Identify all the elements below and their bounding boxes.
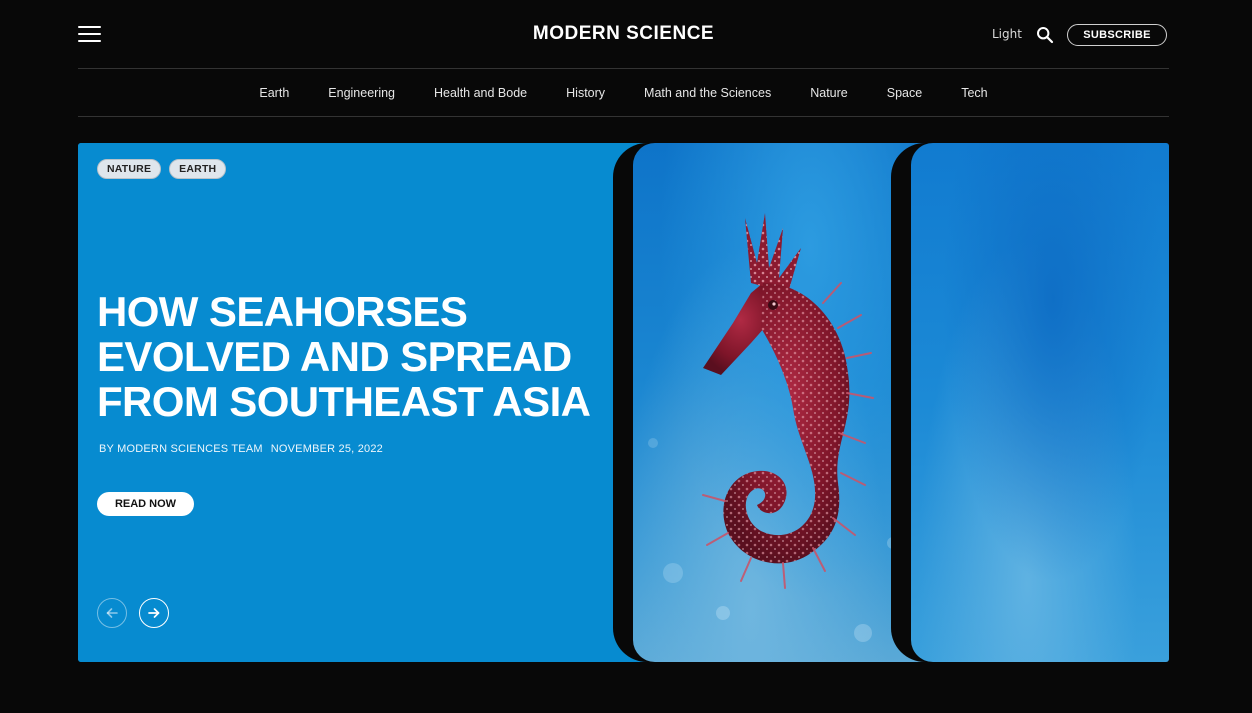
headline-line-3: FROM SOUTHEAST ASIA bbox=[97, 378, 591, 425]
tag-list: NATURE EARTH bbox=[97, 159, 227, 179]
ocean-photo[interactable] bbox=[911, 143, 1169, 662]
arrow-right-icon bbox=[148, 608, 160, 618]
nav-item-history[interactable]: History bbox=[547, 86, 625, 100]
nav-divider bbox=[78, 116, 1169, 117]
carousel-prev-button[interactable] bbox=[97, 598, 127, 628]
seahorse-image bbox=[648, 213, 899, 642]
byline-date: NOVEMBER 25, 2022 bbox=[270, 443, 383, 455]
seahorse-photo[interactable] bbox=[633, 143, 928, 662]
nav-item-earth[interactable]: Earth bbox=[240, 86, 309, 100]
theme-toggle[interactable]: Light bbox=[992, 27, 1022, 41]
nav-item-math[interactable]: Math and the Sciences bbox=[625, 86, 791, 100]
tag-nature[interactable]: NATURE bbox=[97, 159, 162, 179]
nav-item-tech[interactable]: Tech bbox=[942, 86, 1007, 100]
hero-carousel: NATURE EARTH HOW SEAHORSES EVOLVED AND S… bbox=[78, 143, 1169, 662]
headline-line-1: HOW SEAHORSES bbox=[97, 288, 468, 335]
carousel-next-button[interactable] bbox=[139, 598, 169, 628]
hamburger-menu-icon[interactable] bbox=[78, 26, 101, 43]
hero-text-panel: NATURE EARTH HOW SEAHORSES EVOLVED AND S… bbox=[78, 143, 638, 662]
arrow-left-icon bbox=[106, 608, 118, 618]
nav-item-space[interactable]: Space bbox=[867, 86, 941, 100]
subscribe-button[interactable]: SUBSCRIBE bbox=[1067, 24, 1167, 46]
category-nav: Earth Engineering Health and Bode Histor… bbox=[78, 70, 1169, 116]
nav-item-nature[interactable]: Nature bbox=[791, 86, 868, 100]
header-divider bbox=[78, 68, 1169, 69]
byline: BY MODERN SCIENCES TEAM NOVEMBER 25, 202… bbox=[99, 443, 383, 455]
nav-item-health[interactable]: Health and Bode bbox=[415, 86, 547, 100]
nav-item-engineering[interactable]: Engineering bbox=[309, 86, 415, 100]
tag-earth[interactable]: EARTH bbox=[169, 159, 227, 179]
search-icon[interactable] bbox=[1036, 26, 1054, 44]
byline-author: BY MODERN SCIENCES TEAM bbox=[99, 443, 263, 455]
hero-headline[interactable]: HOW SEAHORSES EVOLVED AND SPREAD FROM SO… bbox=[97, 289, 617, 424]
headline-line-2: EVOLVED AND SPREAD bbox=[97, 333, 572, 380]
read-now-button[interactable]: READ NOW bbox=[97, 492, 194, 516]
site-header: MODERN SCIENCE Light SUBSCRIBE bbox=[78, 14, 1169, 58]
